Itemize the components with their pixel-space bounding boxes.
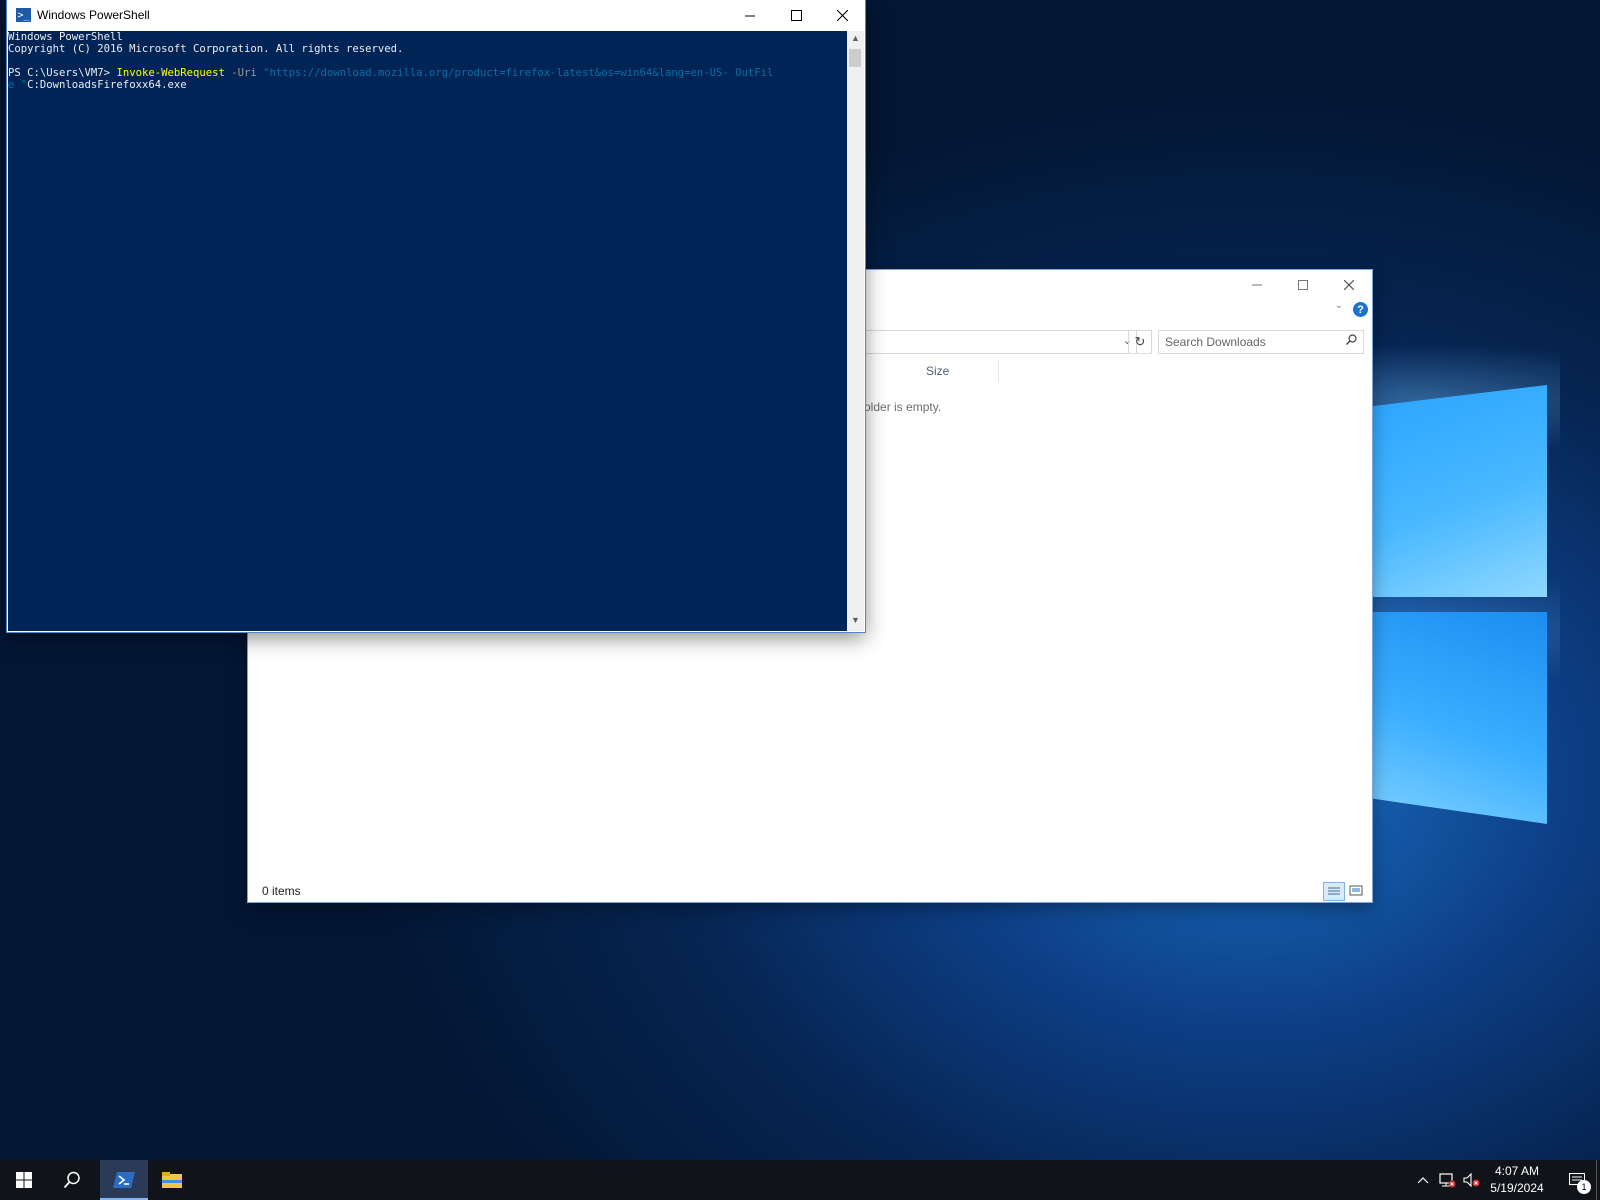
taskbar-powershell-button[interactable] [100, 1160, 148, 1200]
details-view-button[interactable] [1323, 882, 1345, 901]
folder-icon [162, 1172, 182, 1188]
scroll-down-arrow-icon[interactable]: ▼ [847, 615, 864, 629]
window-title: Windows PowerShell [37, 8, 150, 22]
scroll-up-arrow-icon[interactable]: ▲ [847, 33, 864, 47]
notification-count-badge: 1 [1577, 1180, 1591, 1194]
minimize-icon [1252, 284, 1262, 286]
network-status-button[interactable] [1436, 1160, 1458, 1200]
explorer-minimize-button[interactable] [1234, 270, 1280, 300]
scrollbar-thumb[interactable] [849, 49, 861, 67]
taskbar-file-explorer-button[interactable] [148, 1160, 196, 1200]
action-center-button[interactable]: 1 [1557, 1160, 1597, 1200]
taskbar-clock[interactable]: 4:07 AM 5/19/2024 [1482, 1163, 1552, 1197]
column-header-size[interactable]: Size [926, 364, 949, 378]
large-icons-view-button[interactable] [1346, 882, 1366, 899]
console-output[interactable]: Windows PowerShell Copyright (C) 2016 Mi… [8, 31, 847, 631]
search-input[interactable] [1165, 333, 1335, 351]
powershell-close-button[interactable] [819, 0, 865, 31]
clock-date: 5/19/2024 [1490, 1181, 1544, 1195]
wallpaper-logo-pane-bottom [1372, 612, 1547, 824]
help-icon[interactable]: ? [1353, 302, 1368, 317]
console-wrap-prefix: e " [8, 79, 28, 91]
clock-time: 4:07 AM [1494, 1164, 1540, 1178]
console-wrapped-line: e "C:DownloadsFirefoxx64.exe [8, 79, 187, 91]
refresh-icon: ↻ [1134, 334, 1146, 349]
console-prompt: PS C:\Users\VM7> [8, 67, 117, 79]
details-view-icon [1328, 887, 1340, 895]
powershell-icon [113, 1172, 135, 1188]
search-icon[interactable] [1346, 334, 1357, 348]
volume-muted-icon [1463, 1172, 1480, 1188]
console-cmdlet: Invoke-WebRequest [116, 67, 225, 79]
ribbon-expand-chevron-icon[interactable]: ⌄ [1331, 300, 1347, 316]
powershell-icon[interactable]: >_ [16, 8, 31, 22]
console-copyright-line: Copyright (C) 2016 Microsoft Corporation… [8, 43, 404, 55]
minimize-icon [745, 15, 755, 16]
search-icon [63, 1171, 80, 1189]
show-desktop-button[interactable] [1596, 1160, 1597, 1200]
maximize-icon [790, 10, 802, 21]
explorer-close-button[interactable] [1326, 270, 1372, 300]
taskbar-search-button[interactable] [48, 1160, 96, 1200]
vertical-scrollbar[interactable]: ▲ ▼ [847, 31, 864, 631]
console-banner-line: Windows PowerShell [8, 31, 123, 43]
column-divider[interactable] [998, 360, 999, 382]
taskbar: 4:07 AM 5/19/2024 1 [0, 1160, 1600, 1200]
wallpaper-logo-pane-top [1372, 385, 1547, 597]
close-icon [1344, 280, 1354, 290]
search-box[interactable] [1158, 330, 1364, 354]
console-outfile-path: C:DownloadsFirefoxx64.exe [27, 79, 187, 91]
volume-button[interactable] [1460, 1160, 1482, 1200]
empty-folder-message: older is empty. [864, 400, 942, 414]
powershell-maximize-button[interactable] [773, 0, 819, 31]
refresh-button[interactable]: ↻ [1128, 330, 1152, 354]
network-disconnected-icon [1439, 1173, 1456, 1188]
close-icon [836, 10, 848, 21]
status-item-count: 0 items [262, 884, 301, 898]
console-command-line: PS C:\Users\VM7> Invoke-WebRequest -Uri … [8, 67, 773, 79]
explorer-maximize-button[interactable] [1280, 270, 1326, 300]
powershell-window[interactable]: >_ Windows PowerShell Windows PowerShell… [7, 0, 865, 632]
chevron-up-icon [1417, 1177, 1429, 1184]
large-icons-view-icon [1349, 885, 1363, 896]
powershell-titlebar[interactable]: >_ Windows PowerShell [7, 0, 865, 31]
powershell-minimize-button[interactable] [727, 0, 773, 31]
console-uri-string: "https://download.mozilla.org/product=fi… [263, 67, 774, 79]
console-parameter: -Uri [224, 67, 264, 79]
maximize-icon [1298, 280, 1308, 290]
windows-logo-icon [16, 1172, 32, 1188]
show-hidden-icons-button[interactable] [1413, 1160, 1433, 1200]
start-button[interactable] [0, 1160, 48, 1200]
